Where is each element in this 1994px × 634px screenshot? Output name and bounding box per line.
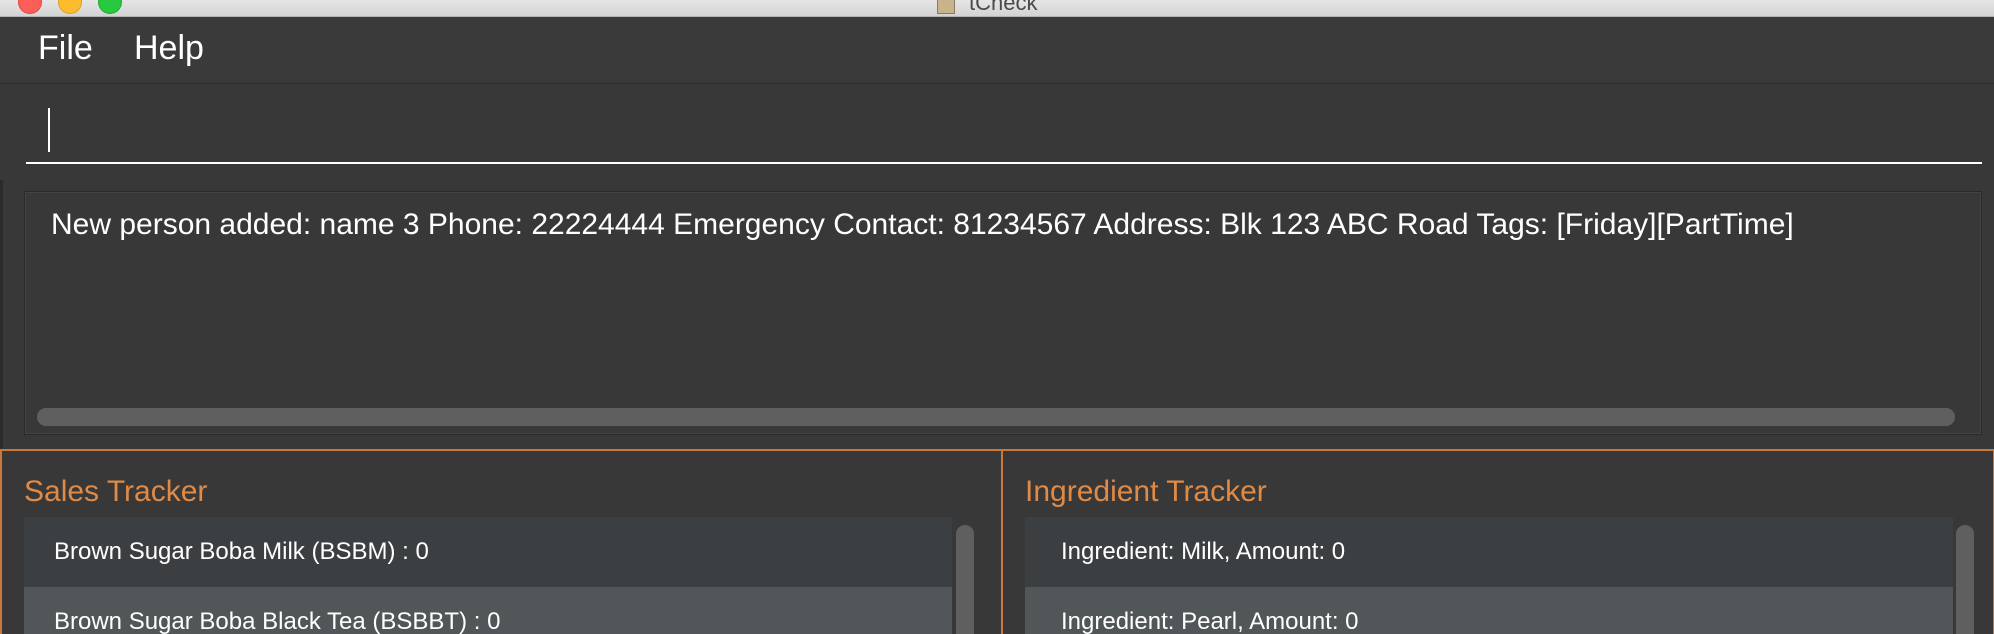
window-title: tCheck	[937, 0, 1037, 16]
sales-list: Brown Sugar Boba Milk (BSBM) : 0 Brown S…	[24, 517, 952, 634]
ingredient-list-item[interactable]: Ingredient: Pearl, Amount: 0	[1025, 587, 1953, 634]
result-display: New person added: name 3 Phone: 22224444…	[24, 191, 1982, 435]
ingredient-vertical-scrollbar[interactable]	[1956, 525, 1974, 634]
ingredient-list: Ingredient: Milk, Amount: 0 Ingredient: …	[1025, 517, 1953, 634]
ingredient-tracker-title: Ingredient Tracker	[1025, 475, 1267, 508]
result-message: New person added: name 3 Phone: 22224444…	[51, 208, 1794, 241]
result-horizontal-scrollbar[interactable]	[37, 408, 1955, 426]
zoom-window-button[interactable]	[98, 0, 122, 14]
menu-help[interactable]: Help	[134, 29, 204, 68]
close-window-button[interactable]	[18, 0, 42, 14]
ingredient-list-item[interactable]: Ingredient: Milk, Amount: 0	[1025, 517, 1953, 587]
sales-list-item[interactable]: Brown Sugar Boba Milk (BSBM) : 0	[24, 517, 952, 587]
sales-list-item[interactable]: Brown Sugar Boba Black Tea (BSBBT) : 0	[24, 587, 952, 634]
command-box-container	[0, 84, 1994, 180]
text-caret	[48, 108, 50, 152]
app-window: tCheck File Help New person added: name …	[0, 0, 1994, 634]
app-icon	[937, 0, 955, 14]
ingredient-tracker-panel: Ingredient Tracker Ingredient: Milk, Amo…	[1001, 449, 1994, 634]
menu-file[interactable]: File	[38, 29, 93, 68]
command-input[interactable]	[26, 104, 1982, 164]
sales-tracker-title: Sales Tracker	[24, 475, 208, 508]
menu-bar: File Help	[0, 17, 1994, 84]
minimize-window-button[interactable]	[58, 0, 82, 14]
sales-tracker-panel: Sales Tracker Brown Sugar Boba Milk (BSB…	[0, 449, 1003, 634]
window-title-label: tCheck	[969, 0, 1038, 15]
sales-vertical-scrollbar[interactable]	[956, 525, 974, 634]
title-bar: tCheck	[0, 0, 1994, 17]
